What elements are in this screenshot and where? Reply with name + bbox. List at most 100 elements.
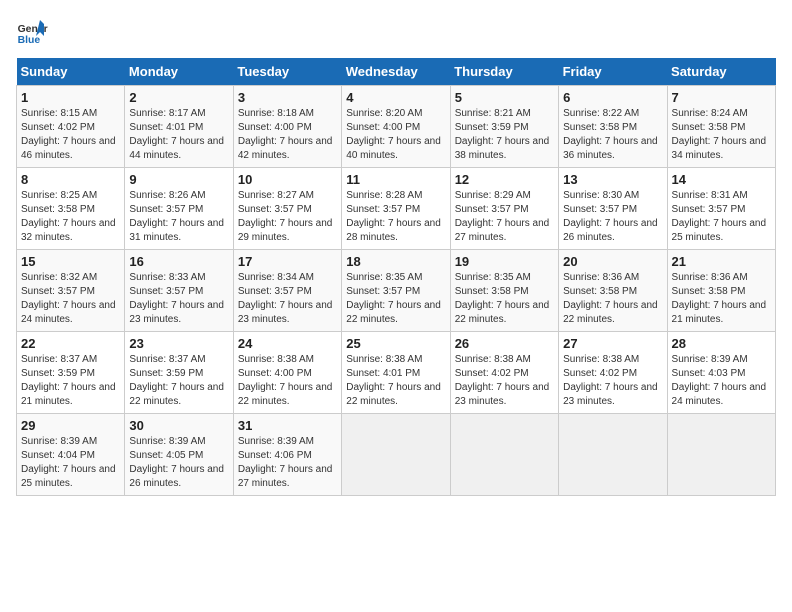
day-number: 31 bbox=[238, 418, 337, 433]
day-number: 2 bbox=[129, 90, 228, 105]
svg-text:Blue: Blue bbox=[18, 35, 41, 46]
day-number: 14 bbox=[672, 172, 771, 187]
day-number: 13 bbox=[563, 172, 662, 187]
calendar-cell: 19 Sunrise: 8:35 AMSunset: 3:58 PMDayligh… bbox=[450, 250, 558, 332]
day-number: 17 bbox=[238, 254, 337, 269]
day-number: 15 bbox=[21, 254, 120, 269]
day-number: 21 bbox=[672, 254, 771, 269]
calendar-cell: 27 Sunrise: 8:38 AMSunset: 4:02 PMDayligh… bbox=[559, 332, 667, 414]
calendar-cell bbox=[559, 414, 667, 496]
day-info: Sunrise: 8:30 AMSunset: 3:57 PMDaylight:… bbox=[563, 189, 662, 245]
day-info: Sunrise: 8:37 AMSunset: 3:59 PMDaylight:… bbox=[129, 353, 228, 409]
day-number: 24 bbox=[238, 336, 337, 351]
calendar-cell: 22 Sunrise: 8:37 AMSunset: 3:59 PMDayligh… bbox=[17, 332, 125, 414]
calendar-cell: 21 Sunrise: 8:36 AMSunset: 3:58 PMDayligh… bbox=[667, 250, 775, 332]
day-number: 12 bbox=[455, 172, 554, 187]
page-header: General Blue bbox=[16, 16, 776, 48]
calendar-cell bbox=[667, 414, 775, 496]
day-info: Sunrise: 8:15 AMSunset: 4:02 PMDaylight:… bbox=[21, 107, 120, 163]
calendar-cell: 26 Sunrise: 8:38 AMSunset: 4:02 PMDayligh… bbox=[450, 332, 558, 414]
day-number: 3 bbox=[238, 90, 337, 105]
day-number: 11 bbox=[346, 172, 445, 187]
day-number: 16 bbox=[129, 254, 228, 269]
calendar-week-3: 15 Sunrise: 8:32 AMSunset: 3:57 PMDayligh… bbox=[17, 250, 776, 332]
column-header-friday: Friday bbox=[559, 58, 667, 86]
calendar-cell: 24 Sunrise: 8:38 AMSunset: 4:00 PMDayligh… bbox=[233, 332, 341, 414]
day-number: 18 bbox=[346, 254, 445, 269]
day-number: 19 bbox=[455, 254, 554, 269]
day-number: 8 bbox=[21, 172, 120, 187]
day-info: Sunrise: 8:39 AMSunset: 4:06 PMDaylight:… bbox=[238, 435, 337, 491]
day-number: 27 bbox=[563, 336, 662, 351]
day-info: Sunrise: 8:18 AMSunset: 4:00 PMDaylight:… bbox=[238, 107, 337, 163]
calendar-cell: 29 Sunrise: 8:39 AMSunset: 4:04 PMDayligh… bbox=[17, 414, 125, 496]
column-header-sunday: Sunday bbox=[17, 58, 125, 86]
calendar-cell: 30 Sunrise: 8:39 AMSunset: 4:05 PMDayligh… bbox=[125, 414, 233, 496]
day-info: Sunrise: 8:35 AMSunset: 3:58 PMDaylight:… bbox=[455, 271, 554, 327]
day-info: Sunrise: 8:32 AMSunset: 3:57 PMDaylight:… bbox=[21, 271, 120, 327]
calendar-cell: 25Sunrise: 8:38 AMSunset: 4:01 PMDayligh… bbox=[342, 332, 450, 414]
day-info: Sunrise: 8:25 AMSunset: 3:58 PMDaylight:… bbox=[21, 189, 120, 245]
day-info: Sunrise: 8:31 AMSunset: 3:57 PMDaylight:… bbox=[672, 189, 771, 245]
day-number: 20 bbox=[563, 254, 662, 269]
day-number: 22 bbox=[21, 336, 120, 351]
day-info: Sunrise: 8:39 AMSunset: 4:05 PMDaylight:… bbox=[129, 435, 228, 491]
day-info: Sunrise: 8:38 AMSunset: 4:02 PMDaylight:… bbox=[455, 353, 554, 409]
calendar-week-1: 1 Sunrise: 8:15 AMSunset: 4:02 PMDaylight… bbox=[17, 86, 776, 168]
day-number: 5 bbox=[455, 90, 554, 105]
day-info: Sunrise: 8:38 AMSunset: 4:00 PMDaylight:… bbox=[238, 353, 337, 409]
day-number: 1 bbox=[21, 90, 120, 105]
day-number: 4 bbox=[346, 90, 445, 105]
calendar-cell: 8 Sunrise: 8:25 AMSunset: 3:58 PMDaylight… bbox=[17, 168, 125, 250]
day-info: Sunrise: 8:39 AMSunset: 4:04 PMDaylight:… bbox=[21, 435, 120, 491]
column-header-saturday: Saturday bbox=[667, 58, 775, 86]
calendar-cell: 3 Sunrise: 8:18 AMSunset: 4:00 PMDaylight… bbox=[233, 86, 341, 168]
day-info: Sunrise: 8:39 AMSunset: 4:03 PMDaylight:… bbox=[672, 353, 771, 409]
day-info: Sunrise: 8:34 AMSunset: 3:57 PMDaylight:… bbox=[238, 271, 337, 327]
day-info: Sunrise: 8:38 AMSunset: 4:02 PMDaylight:… bbox=[563, 353, 662, 409]
column-header-thursday: Thursday bbox=[450, 58, 558, 86]
day-number: 9 bbox=[129, 172, 228, 187]
calendar-cell: 2Sunrise: 8:17 AMSunset: 4:01 PMDaylight… bbox=[125, 86, 233, 168]
calendar-cell: 20Sunrise: 8:36 AMSunset: 3:58 PMDayligh… bbox=[559, 250, 667, 332]
day-number: 23 bbox=[129, 336, 228, 351]
day-number: 26 bbox=[455, 336, 554, 351]
column-header-monday: Monday bbox=[125, 58, 233, 86]
calendar-cell: 14 Sunrise: 8:31 AMSunset: 3:57 PMDayligh… bbox=[667, 168, 775, 250]
calendar-cell: 28 Sunrise: 8:39 AMSunset: 4:03 PMDayligh… bbox=[667, 332, 775, 414]
calendar-week-2: 8 Sunrise: 8:25 AMSunset: 3:58 PMDaylight… bbox=[17, 168, 776, 250]
calendar-week-4: 22 Sunrise: 8:37 AMSunset: 3:59 PMDayligh… bbox=[17, 332, 776, 414]
calendar-cell: 12 Sunrise: 8:29 AMSunset: 3:57 PMDayligh… bbox=[450, 168, 558, 250]
calendar-cell bbox=[342, 414, 450, 496]
calendar-cell: 5 Sunrise: 8:21 AMSunset: 3:59 PMDaylight… bbox=[450, 86, 558, 168]
calendar-cell: 31 Sunrise: 8:39 AMSunset: 4:06 PMDayligh… bbox=[233, 414, 341, 496]
calendar-week-5: 29 Sunrise: 8:39 AMSunset: 4:04 PMDayligh… bbox=[17, 414, 776, 496]
day-info: Sunrise: 8:28 AMSunset: 3:57 PMDaylight:… bbox=[346, 189, 445, 245]
day-info: Sunrise: 8:35 AMSunset: 3:57 PMDaylight:… bbox=[346, 271, 445, 327]
day-number: 30 bbox=[129, 418, 228, 433]
logo-icon: General Blue bbox=[16, 16, 48, 48]
calendar-cell: 16 Sunrise: 8:33 AMSunset: 3:57 PMDayligh… bbox=[125, 250, 233, 332]
calendar-cell: 6Sunrise: 8:22 AMSunset: 3:58 PMDaylight… bbox=[559, 86, 667, 168]
calendar-cell: 23 Sunrise: 8:37 AMSunset: 3:59 PMDayligh… bbox=[125, 332, 233, 414]
day-info: Sunrise: 8:21 AMSunset: 3:59 PMDaylight:… bbox=[455, 107, 554, 163]
day-info: Sunrise: 8:26 AMSunset: 3:57 PMDaylight:… bbox=[129, 189, 228, 245]
day-info: Sunrise: 8:20 AMSunset: 4:00 PMDaylight:… bbox=[346, 107, 445, 163]
calendar-cell: 9 Sunrise: 8:26 AMSunset: 3:57 PMDaylight… bbox=[125, 168, 233, 250]
day-info: Sunrise: 8:29 AMSunset: 3:57 PMDaylight:… bbox=[455, 189, 554, 245]
day-number: 10 bbox=[238, 172, 337, 187]
calendar-cell: 11 Sunrise: 8:28 AMSunset: 3:57 PMDayligh… bbox=[342, 168, 450, 250]
day-info: Sunrise: 8:33 AMSunset: 3:57 PMDaylight:… bbox=[129, 271, 228, 327]
calendar-cell: 1 Sunrise: 8:15 AMSunset: 4:02 PMDaylight… bbox=[17, 86, 125, 168]
day-info: Sunrise: 8:36 AMSunset: 3:58 PMDaylight:… bbox=[672, 271, 771, 327]
day-number: 7 bbox=[672, 90, 771, 105]
day-info: Sunrise: 8:37 AMSunset: 3:59 PMDaylight:… bbox=[21, 353, 120, 409]
calendar-table: SundayMondayTuesdayWednesdayThursdayFrid… bbox=[16, 58, 776, 496]
day-number: 29 bbox=[21, 418, 120, 433]
day-number: 28 bbox=[672, 336, 771, 351]
day-info: Sunrise: 8:24 AMSunset: 3:58 PMDaylight:… bbox=[672, 107, 771, 163]
day-info: Sunrise: 8:38 AMSunset: 4:01 PMDaylight:… bbox=[346, 353, 445, 409]
logo: General Blue bbox=[16, 16, 48, 48]
day-info: Sunrise: 8:27 AMSunset: 3:57 PMDaylight:… bbox=[238, 189, 337, 245]
calendar-cell: 7 Sunrise: 8:24 AMSunset: 3:58 PMDaylight… bbox=[667, 86, 775, 168]
